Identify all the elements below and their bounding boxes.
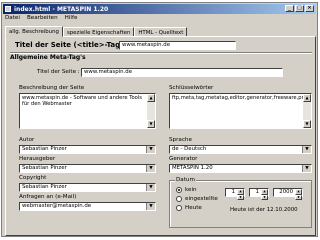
window-title: index.html - METASPIN 1.20 (14, 5, 109, 13)
menu-bar: Datei Bearbeiten Hilfe (5, 15, 77, 23)
meta-title-label: Titel der Seite : (37, 69, 80, 75)
chevron-down-icon[interactable]: ▼ (302, 165, 311, 172)
publisher-value: Sebastian Pinzer (22, 165, 67, 171)
author-label: Autor (19, 137, 35, 143)
page-title-input[interactable]: www.metaspin.de (119, 41, 236, 50)
description-scrollbar[interactable]: ▲ ▼ (147, 94, 155, 128)
spin-down-icon[interactable]: ▼ (261, 194, 268, 200)
general-meta-heading: Allgemeine Meta-Tag's (10, 54, 86, 61)
tab-allg-beschreibung[interactable]: allg. Beschreibung (5, 26, 63, 37)
main-window: index.html - METASPIN 1.20 _ □ × Datei B… (1, 2, 318, 237)
date-group: Datum kein eingestellte Heute 1 ▲ ▼ 1 ▲ ▼ (169, 177, 312, 228)
radio-heute[interactable]: Heute (176, 205, 202, 211)
description-text: www.metaspin.de - Software und andere To… (22, 95, 143, 108)
chevron-down-icon[interactable]: ▼ (302, 146, 311, 153)
email-combobox[interactable]: webmaster@metaspin.de ▼ (19, 202, 156, 211)
menu-hilfe[interactable]: Hilfe (65, 15, 78, 23)
generator-label: Generator (169, 156, 198, 162)
year-value: 2000 (279, 189, 293, 195)
meta-title-input[interactable]: www.metaspin.de (81, 68, 283, 77)
day-value: 1 (231, 189, 235, 195)
spin-down-icon[interactable]: ▼ (237, 194, 244, 200)
keywords-text: ftp,meta,tag,metatag,editor,generator,fr… (172, 95, 311, 101)
today-date-text: Heute ist der 12.10.2000 (230, 207, 298, 213)
description-textarea[interactable]: www.metaspin.de - Software und andere To… (19, 93, 156, 129)
year-spinner[interactable]: 2000 ▲ ▼ (273, 188, 303, 200)
close-button[interactable]: × (305, 5, 314, 12)
scroll-up-icon[interactable]: ▲ (303, 94, 311, 102)
chevron-down-icon[interactable]: ▼ (146, 165, 155, 172)
menu-datei[interactable]: Datei (5, 15, 20, 23)
publisher-combobox[interactable]: Sebastian Pinzer ▼ (19, 164, 156, 173)
language-label: Sprache (169, 137, 192, 143)
date-group-label: Datum (175, 177, 196, 183)
menu-bearbeiten[interactable]: Bearbeiten (27, 15, 58, 23)
email-value: webmaster@metaspin.de (22, 203, 92, 209)
chevron-down-icon[interactable]: ▼ (146, 146, 155, 153)
month-spinner[interactable]: 1 ▲ ▼ (249, 188, 269, 200)
scroll-down-icon[interactable]: ▼ (147, 120, 155, 128)
page-title-label: Titel der Seite (<title>-Tag): (15, 41, 127, 49)
author-value: Sebastian Pinzer (22, 146, 67, 152)
publisher-label: Herausgeber (19, 156, 56, 162)
app-icon (5, 6, 11, 12)
month-value: 1 (255, 189, 259, 195)
scroll-down-icon[interactable]: ▼ (303, 120, 311, 128)
radio-dot-icon (176, 196, 182, 202)
maximize-button[interactable]: □ (295, 5, 304, 12)
title-bar[interactable]: index.html - METASPIN 1.20 _ □ × (3, 4, 316, 14)
generator-combobox[interactable]: METASPIN 1.20 ▼ (169, 164, 312, 173)
email-label: Anfragen an (e-Mail) (19, 194, 77, 200)
radio-heute-label: Heute (185, 205, 202, 211)
generator-value: METASPIN 1.20 (172, 165, 213, 171)
radio-eingestellte[interactable]: eingestellte (176, 196, 218, 202)
radio-dot-icon (176, 205, 182, 211)
spin-down-icon[interactable]: ▼ (295, 194, 302, 200)
author-combobox[interactable]: Sebastian Pinzer ▼ (19, 145, 156, 154)
radio-dot-icon (176, 187, 182, 193)
tab-panel: Titel der Seite (<title>-Tag): www.metas… (5, 36, 316, 236)
day-spinner[interactable]: 1 ▲ ▼ (225, 188, 245, 200)
keywords-textarea[interactable]: ftp,meta,tag,metatag,editor,generator,fr… (169, 93, 312, 129)
copyright-label: Copyright (19, 175, 47, 181)
radio-kein-label: kein (185, 187, 197, 193)
scroll-up-icon[interactable]: ▲ (147, 94, 155, 102)
minimize-button[interactable]: _ (285, 5, 294, 12)
copyright-value: Sebastian Pinzer (22, 184, 67, 190)
radio-eingestellte-label: eingestellte (185, 196, 218, 202)
chevron-down-icon[interactable]: ▼ (146, 203, 155, 210)
language-value: de - Deutsch (172, 146, 207, 152)
chevron-down-icon[interactable]: ▼ (146, 184, 155, 191)
description-label: Beschreibung der Seite (19, 85, 85, 91)
keywords-scrollbar[interactable]: ▲ ▼ (303, 94, 311, 128)
copyright-combobox[interactable]: Sebastian Pinzer ▼ (19, 183, 156, 192)
radio-kein[interactable]: kein (176, 187, 197, 193)
language-combobox[interactable]: de - Deutsch ▼ (169, 145, 312, 154)
keywords-label: Schlüsselwörter (169, 85, 214, 91)
